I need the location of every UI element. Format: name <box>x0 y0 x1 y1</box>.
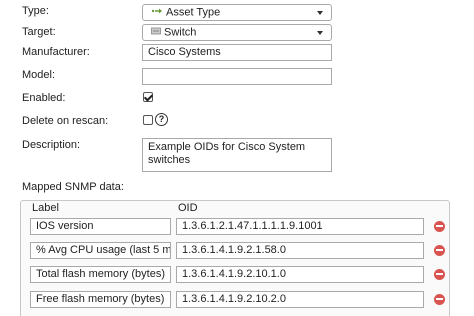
snmp-row-label-input[interactable]: IOS version <box>30 218 171 235</box>
target-select-value: Switch <box>164 26 197 39</box>
model-input[interactable] <box>142 68 332 85</box>
model-label: Model: <box>22 69 56 81</box>
remove-icon[interactable] <box>434 294 445 305</box>
column-header-label: Label <box>32 202 59 214</box>
remove-icon[interactable] <box>434 269 445 280</box>
description-label: Description: <box>22 139 81 151</box>
delete-on-rescan-label: Delete on rescan: <box>22 115 109 127</box>
snmp-row-oid-input[interactable]: 1.3.6.1.2.1.47.1.1.1.1.9.1001 <box>176 218 424 235</box>
enabled-label: Enabled: <box>22 92 66 104</box>
snmp-row-oid-input[interactable]: 1.3.6.1.4.1.9.2.10.2.0 <box>176 291 424 308</box>
chevron-down-icon <box>317 31 323 35</box>
switch-icon <box>151 25 161 40</box>
snmp-row-label-input[interactable]: Total flash memory (bytes) <box>30 266 171 283</box>
type-label: Type: <box>22 5 49 17</box>
help-icon[interactable]: ? <box>155 113 168 126</box>
chevron-down-icon <box>317 11 323 15</box>
snmp-row-label-input[interactable]: % Avg CPU usage (last 5 minut <box>30 242 171 259</box>
target-label: Target: <box>22 26 56 38</box>
delete-on-rescan-checkbox[interactable] <box>143 115 153 125</box>
description-textarea[interactable]: Example OIDs for Cisco System switches <box>142 138 332 172</box>
remove-icon[interactable] <box>434 221 445 232</box>
type-select-value: Asset Type <box>166 6 221 19</box>
snmp-row-oid-input[interactable]: 1.3.6.1.4.1.9.2.1.58.0 <box>176 242 424 259</box>
snmp-row-oid-input[interactable]: 1.3.6.1.4.1.9.2.10.1.0 <box>176 266 424 283</box>
enabled-checkbox[interactable] <box>143 92 153 102</box>
snmp-row-label-input[interactable]: Free flash memory (bytes) <box>30 291 171 308</box>
remove-icon[interactable] <box>434 245 445 256</box>
target-select[interactable]: Switch <box>142 24 332 41</box>
type-select[interactable]: Asset Type <box>142 4 332 21</box>
mapped-snmp-label: Mapped SNMP data: <box>22 181 124 193</box>
manufacturer-input[interactable]: Cisco Systems <box>142 44 332 61</box>
manufacturer-label: Manufacturer: <box>22 46 90 58</box>
column-header-oid: OID <box>178 202 198 214</box>
asset-type-icon <box>151 5 163 20</box>
